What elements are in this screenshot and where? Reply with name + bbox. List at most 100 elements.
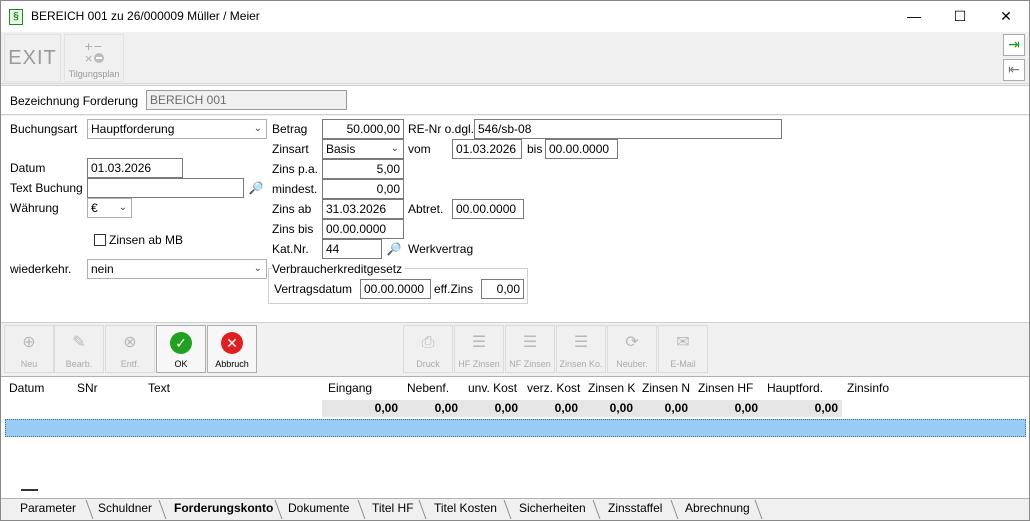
bearb-label: Bearb. <box>65 359 93 369</box>
wiederkehr-select[interactable]: nein ⌄ <box>87 259 267 279</box>
katnr-field[interactable]: 44 <box>322 239 382 259</box>
text-buchung-field[interactable] <box>87 178 244 198</box>
col-header[interactable]: verz. Kost <box>527 381 580 395</box>
abtret-field[interactable]: 00.00.0000 <box>452 199 524 219</box>
renr-field[interactable]: 546/sb-08 <box>474 119 782 139</box>
svg-text:×: × <box>84 52 93 65</box>
col-header[interactable]: Text <box>148 381 170 395</box>
minimize-button[interactable]: — <box>891 1 937 32</box>
tab-separator <box>357 500 373 519</box>
add-icon: ⊕ <box>22 334 36 351</box>
renr-label: RE-Nr o.dgl. <box>408 122 475 136</box>
col-header[interactable]: Datum <box>9 381 44 395</box>
tab-separator <box>592 500 608 519</box>
bis-field[interactable]: 00.00.0000 <box>545 139 618 159</box>
email-button[interactable]: ✉ E-Mail <box>658 325 708 373</box>
exit-button[interactable]: EXIT <box>4 34 61 82</box>
tilgungsplan-button[interactable]: +− × Tilgungsplan <box>64 34 124 82</box>
tab-schuldner[interactable]: Schuldner <box>98 501 152 515</box>
abbruch-button[interactable]: ✕ Abbruch <box>207 325 257 373</box>
chevron-down-icon: ⌄ <box>253 123 262 134</box>
col-header[interactable]: SNr <box>77 381 98 395</box>
zinsen-ko-button[interactable]: ☰ Zinsen Ko. <box>556 325 606 373</box>
buchungsart-value: Hauptforderung <box>91 122 175 136</box>
exit-side-icon[interactable]: ⇤ <box>1003 59 1025 81</box>
col-header[interactable]: unv. Kost <box>468 381 517 395</box>
chevron-down-icon: ⌄ <box>118 202 127 213</box>
bis-label: bis <box>527 142 543 156</box>
vertragsdatum-label: Vertragsdatum <box>274 282 353 296</box>
waehrung-select[interactable]: € ⌄ <box>87 198 132 218</box>
nf-zinsen-label: NF Zinsen <box>509 359 551 369</box>
betrag-field[interactable]: 50.000,00 <box>322 119 404 139</box>
neuber-label: Neuber. <box>616 359 648 369</box>
bezeichnung-field[interactable]: BEREICH 001 <box>146 90 347 110</box>
tab-sicherheiten[interactable]: Sicherheiten <box>519 501 586 515</box>
tab-zinsstaffel[interactable]: Zinsstaffel <box>608 501 662 515</box>
col-header[interactable]: Nebenf. <box>407 381 449 395</box>
tab-dokumente[interactable]: Dokumente <box>288 501 349 515</box>
tab-titel-hf[interactable]: Titel HF <box>372 501 414 515</box>
zins-ab-label: Zins ab <box>272 202 312 216</box>
wiederkehr-label: wiederkehr. <box>10 262 72 276</box>
neu-button[interactable]: ⊕ Neu <box>4 325 54 373</box>
scroll-indicator[interactable] <box>21 489 38 491</box>
col-header[interactable]: Zinsen K <box>588 381 636 395</box>
chevron-down-icon: ⌄ <box>253 263 262 274</box>
designation-row: Bezeichnung Forderung BEREICH 001 <box>1 85 1029 115</box>
ok-button[interactable]: ✓ OK <box>156 325 206 373</box>
tab-separator <box>754 500 770 519</box>
tab-parameter[interactable]: Parameter <box>20 501 76 515</box>
pencil-icon: ✎ <box>72 334 86 351</box>
katnr-picker-icon[interactable]: 🔎 <box>385 240 403 258</box>
vertragsdatum-field[interactable]: 00.00.0000 <box>360 279 431 299</box>
vom-field[interactable]: 01.03.2026 <box>452 139 522 159</box>
sum-cell: 0,00 <box>762 400 842 417</box>
zins-bis-field[interactable]: 00.00.0000 <box>322 219 404 239</box>
neuber-button[interactable]: ⟳ Neuber. <box>607 325 657 373</box>
col-header[interactable]: Hauptford. <box>767 381 823 395</box>
mail-icon: ✉ <box>676 334 690 351</box>
printer-icon: ⎙ <box>421 334 435 351</box>
waehrung-value: € <box>91 201 98 215</box>
druck-button[interactable]: ⎙ Druck <box>403 325 453 373</box>
checkmark-icon: ✓ <box>170 332 192 354</box>
vkg-title: Verbraucherkreditgesetz <box>272 262 406 276</box>
text-picker-icon[interactable]: 🔎 <box>247 179 265 197</box>
account-grid[interactable]: Datum SNr Text Eingang Nebenf. unv. Kost… <box>1 376 1029 498</box>
tab-forderungskonto[interactable]: Forderungskonto <box>174 501 273 515</box>
sum-cell: 0,00 <box>692 400 762 417</box>
title-bar: § BEREICH 001 zu 26/000009 Müller / Meie… <box>1 1 1029 32</box>
maximize-button[interactable]: ☐ <box>937 1 983 32</box>
zins-pa-field[interactable]: 5,00 <box>322 159 404 179</box>
vom-label: vom <box>408 142 431 156</box>
mindest-field[interactable]: 0,00 <box>322 179 404 199</box>
bearb-button[interactable]: ✎ Bearb. <box>54 325 104 373</box>
list-icon: ☰ <box>471 334 487 351</box>
katnr-label: Kat.Nr. <box>272 242 309 256</box>
zinsart-select[interactable]: Basis ⌄ <box>322 139 404 159</box>
col-header[interactable]: Zinsen N <box>642 381 690 395</box>
tab-titel-kosten[interactable]: Titel Kosten <box>434 501 497 515</box>
effzins-field[interactable]: 0,00 <box>481 279 524 299</box>
hf-zinsen-button[interactable]: ☰ HF Zinsen <box>454 325 504 373</box>
table-row[interactable] <box>5 419 1026 437</box>
zinsen-ab-mb-checkbox[interactable] <box>94 234 106 246</box>
hf-zinsen-label: HF Zinsen <box>458 359 500 369</box>
sum-cell: 0,00 <box>522 400 582 417</box>
entf-button[interactable]: ⊗ Entf. <box>105 325 155 373</box>
list-icon: ☰ <box>522 334 538 351</box>
email-label: E-Mail <box>670 359 696 369</box>
datum-field[interactable]: 01.03.2026 <box>87 158 183 178</box>
col-header[interactable]: Zinsen HF <box>698 381 753 395</box>
zins-ab-field[interactable]: 31.03.2026 <box>322 199 404 219</box>
druck-label: Druck <box>416 359 440 369</box>
tab-abrechnung[interactable]: Abrechnung <box>685 501 750 515</box>
buchungsart-select[interactable]: Hauptforderung ⌄ <box>87 119 267 139</box>
enter-icon[interactable]: ⇥ <box>1003 34 1025 56</box>
nf-zinsen-button[interactable]: ☰ NF Zinsen <box>505 325 555 373</box>
zinsen-ab-mb-label: Zinsen ab MB <box>109 233 184 247</box>
col-header[interactable]: Eingang <box>328 381 372 395</box>
close-button[interactable]: ✕ <box>983 1 1029 32</box>
col-header[interactable]: Zinsinfo <box>847 381 889 395</box>
